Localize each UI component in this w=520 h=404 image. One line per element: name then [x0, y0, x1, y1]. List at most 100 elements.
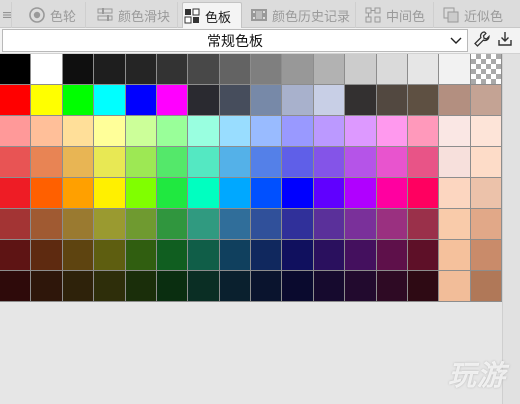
color-swatch[interactable]	[376, 54, 408, 85]
palette-select[interactable]: 常规色板	[2, 29, 468, 52]
color-swatch[interactable]	[439, 240, 471, 271]
color-swatch[interactable]	[219, 116, 251, 147]
color-swatch[interactable]	[219, 85, 251, 116]
color-swatch[interactable]	[251, 271, 283, 302]
color-swatch[interactable]	[188, 54, 220, 85]
color-swatch[interactable]	[470, 85, 502, 116]
color-swatch[interactable]	[251, 240, 283, 271]
import-palette-button[interactable]	[495, 31, 515, 51]
color-swatch[interactable]	[62, 271, 95, 302]
color-swatch[interactable]	[31, 209, 63, 240]
color-swatch[interactable]	[125, 85, 157, 116]
color-swatch[interactable]	[125, 271, 157, 302]
color-swatch[interactable]	[219, 178, 251, 209]
tab-color-history[interactable]: 颜色历史记录	[250, 2, 356, 28]
color-swatch[interactable]	[31, 240, 63, 271]
color-swatch[interactable]	[156, 116, 189, 147]
tab-intermediate-color[interactable]: 中间色	[364, 2, 434, 28]
tab-color-wheel[interactable]: 色轮	[28, 2, 86, 28]
tab-swatches[interactable]: 色板	[182, 2, 242, 29]
color-swatch[interactable]	[251, 147, 283, 178]
color-swatch[interactable]	[0, 54, 32, 85]
color-swatch[interactable]	[188, 271, 220, 302]
color-swatch[interactable]	[94, 271, 126, 302]
color-swatch[interactable]	[407, 271, 440, 302]
color-swatch[interactable]	[376, 240, 408, 271]
color-swatch[interactable]	[407, 240, 440, 271]
color-swatch[interactable]	[251, 85, 283, 116]
color-swatch[interactable]	[31, 54, 63, 85]
color-swatch[interactable]	[282, 209, 314, 240]
color-swatch[interactable]	[282, 178, 314, 209]
color-swatch[interactable]	[31, 271, 63, 302]
color-swatch[interactable]	[156, 85, 189, 116]
color-swatch[interactable]	[219, 54, 251, 85]
color-swatch[interactable]	[94, 209, 126, 240]
color-swatch[interactable]	[219, 240, 251, 271]
color-swatch[interactable]	[470, 209, 502, 240]
color-swatch[interactable]	[470, 116, 502, 147]
color-swatch[interactable]	[94, 240, 126, 271]
color-swatch[interactable]	[345, 147, 377, 178]
color-swatch[interactable]	[407, 209, 440, 240]
color-swatch[interactable]	[345, 209, 377, 240]
color-swatch[interactable]	[156, 178, 189, 209]
color-swatch[interactable]	[251, 178, 283, 209]
color-swatch[interactable]	[345, 178, 377, 209]
color-swatch[interactable]	[470, 178, 502, 209]
color-swatch[interactable]	[62, 54, 95, 85]
color-swatch[interactable]	[219, 271, 251, 302]
color-swatch[interactable]	[313, 116, 346, 147]
color-swatch[interactable]	[0, 147, 32, 178]
color-swatch[interactable]	[31, 147, 63, 178]
palette-settings-button[interactable]	[472, 31, 492, 51]
color-swatch[interactable]	[282, 54, 314, 85]
color-swatch[interactable]	[376, 209, 408, 240]
color-swatch[interactable]	[125, 240, 157, 271]
color-swatch[interactable]	[376, 116, 408, 147]
tab-approximate-color[interactable]: 近似色	[442, 2, 520, 28]
color-swatch[interactable]	[407, 178, 440, 209]
color-swatch[interactable]	[282, 147, 314, 178]
color-swatch[interactable]	[313, 240, 346, 271]
color-swatch[interactable]	[219, 209, 251, 240]
color-swatch[interactable]	[407, 85, 440, 116]
color-swatch[interactable]	[125, 54, 157, 85]
color-swatch[interactable]	[345, 271, 377, 302]
color-swatch[interactable]	[376, 178, 408, 209]
color-swatch[interactable]	[313, 178, 346, 209]
color-swatch[interactable]	[407, 116, 440, 147]
color-swatch[interactable]	[376, 271, 408, 302]
color-swatch[interactable]	[251, 54, 283, 85]
color-swatch[interactable]	[125, 178, 157, 209]
color-swatch[interactable]	[0, 85, 32, 116]
color-swatch[interactable]	[188, 147, 220, 178]
color-swatch[interactable]	[156, 240, 189, 271]
color-swatch[interactable]	[345, 85, 377, 116]
color-swatch[interactable]	[94, 178, 126, 209]
color-swatch[interactable]	[62, 240, 95, 271]
color-swatch[interactable]	[470, 240, 502, 271]
color-swatch[interactable]	[125, 209, 157, 240]
color-swatch[interactable]	[0, 116, 32, 147]
color-swatch[interactable]	[282, 116, 314, 147]
color-swatch[interactable]	[94, 85, 126, 116]
color-swatch[interactable]	[62, 85, 95, 116]
color-swatch[interactable]	[407, 54, 440, 85]
color-swatch[interactable]	[313, 209, 346, 240]
color-swatch[interactable]	[251, 209, 283, 240]
color-swatch[interactable]	[62, 209, 95, 240]
tab-color-sliders[interactable]: 颜色滑块	[96, 2, 178, 28]
color-swatch[interactable]	[125, 147, 157, 178]
color-swatch[interactable]	[251, 116, 283, 147]
color-swatch[interactable]	[407, 147, 440, 178]
color-swatch[interactable]	[188, 116, 220, 147]
color-swatch[interactable]	[470, 147, 502, 178]
swatch-transparent[interactable]	[470, 54, 502, 85]
color-swatch[interactable]	[282, 271, 314, 302]
vertical-scrollbar[interactable]	[502, 54, 520, 404]
color-swatch[interactable]	[313, 271, 346, 302]
color-swatch[interactable]	[156, 54, 189, 85]
color-swatch[interactable]	[188, 209, 220, 240]
color-swatch[interactable]	[94, 116, 126, 147]
